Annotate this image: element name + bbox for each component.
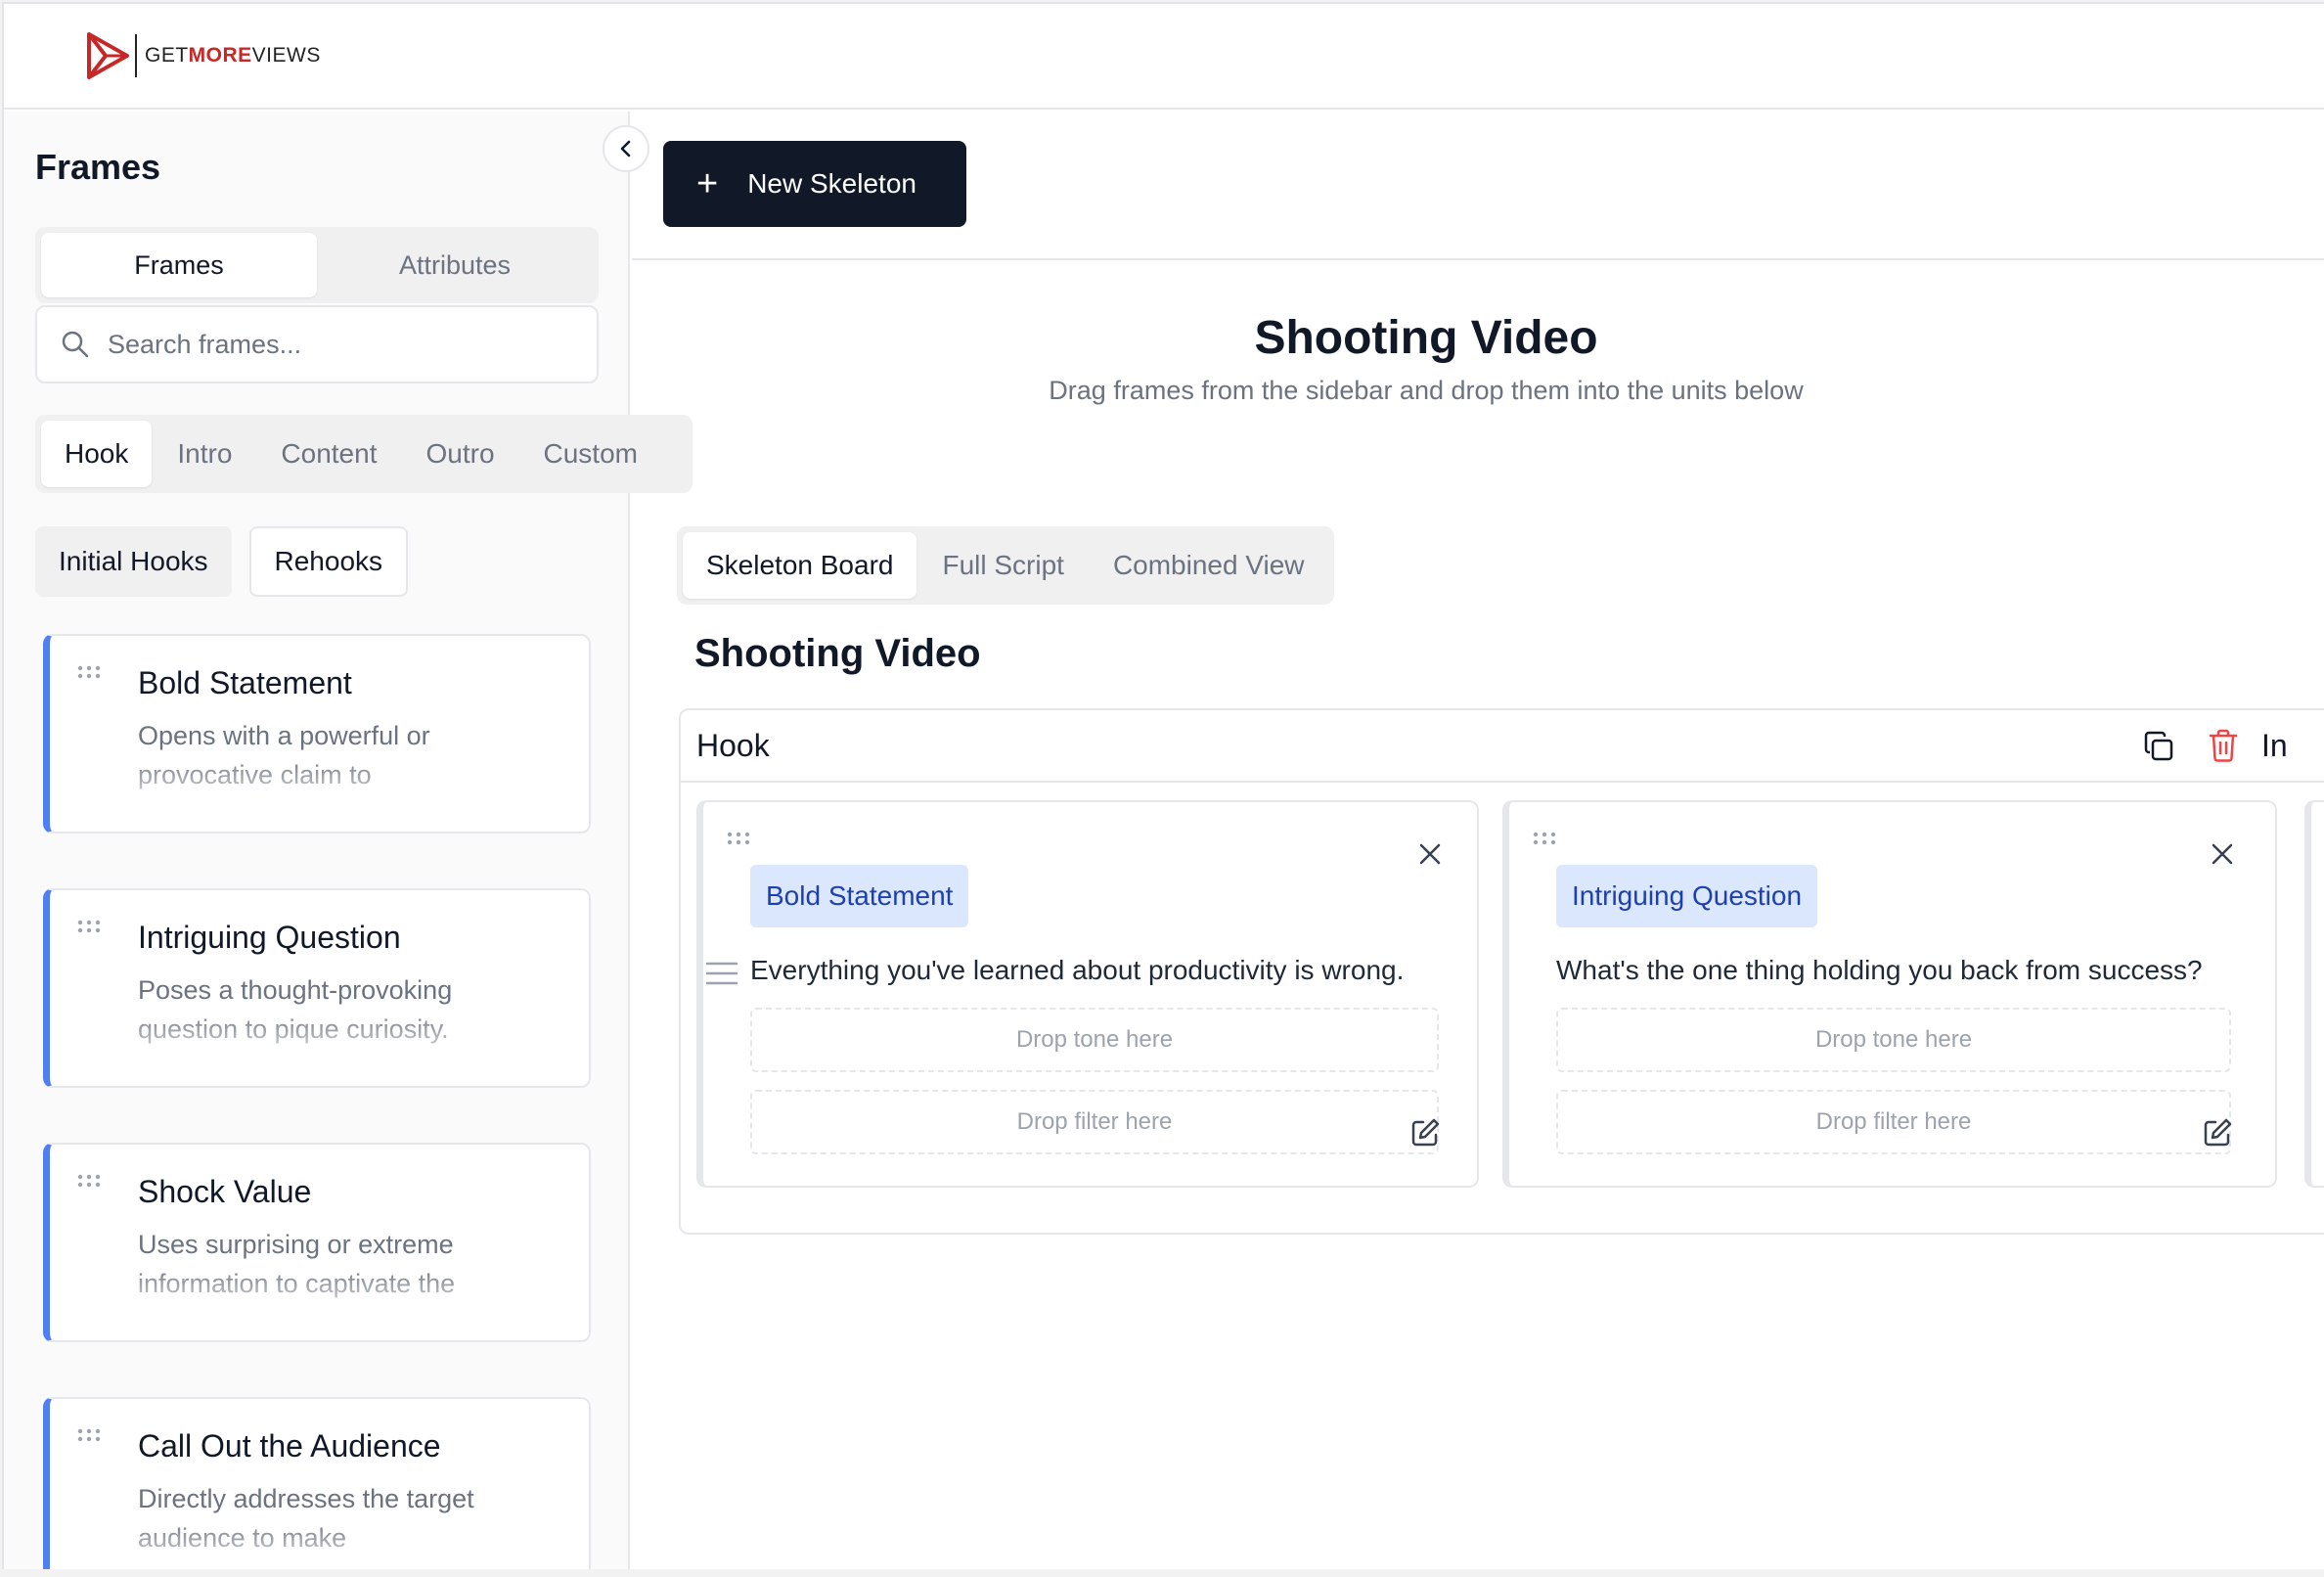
new-skeleton-button[interactable]: + New Skeleton xyxy=(663,141,966,227)
tab-frames[interactable]: Frames xyxy=(41,233,317,297)
tab-rehooks[interactable]: Rehooks xyxy=(248,526,409,597)
search-icon xyxy=(62,331,89,358)
frame-title: Shock Value xyxy=(138,1174,312,1209)
chevron-left-icon xyxy=(620,140,631,158)
tab-custom[interactable]: Custom xyxy=(520,421,661,487)
brand-logo[interactable]: GETMOREVIEWS xyxy=(86,31,321,80)
frame-card-bold-statement[interactable]: Bold Statement Opens with a powerful or … xyxy=(43,634,591,834)
tab-initial-hooks[interactable]: Initial Hooks xyxy=(35,526,232,597)
drag-grip-icon[interactable] xyxy=(77,1428,101,1442)
tone-drop-zone[interactable]: Drop tone here xyxy=(1556,1008,2231,1072)
frames-sidebar: Frames Frames Attributes Hook Intro Cont… xyxy=(4,112,693,1569)
frame-tag: Intriguing Question xyxy=(1556,865,1818,927)
frame-card-intriguing-question[interactable]: Intriguing Question Poses a thought-prov… xyxy=(43,888,591,1088)
tab-intro[interactable]: Intro xyxy=(154,421,255,487)
logo-wordmark: GETMOREVIEWS xyxy=(145,44,321,67)
tab-full-script[interactable]: Full Script xyxy=(918,532,1087,599)
unit-name: Hook xyxy=(696,728,770,763)
frame-description: Poses a thought-provoking question to pi… xyxy=(138,975,453,1044)
hook-subtabs: Initial Hooks Rehooks xyxy=(35,526,409,597)
unit-header: Hook In xyxy=(681,710,2324,783)
frame-description: Uses surprising or extreme information t… xyxy=(138,1230,456,1298)
category-tabs: Hook Intro Content Outro Custom xyxy=(35,415,693,493)
tab-outro[interactable]: Outro xyxy=(402,421,517,487)
edit-icon[interactable] xyxy=(1409,1117,1441,1149)
main-panel: + New Skeleton Shooting Video Drag frame… xyxy=(632,112,2324,1569)
slot-bold-statement[interactable]: Bold Statement Everything you've learned… xyxy=(696,800,1479,1188)
play-logo-icon xyxy=(87,32,129,79)
main-toolbar: + New Skeleton xyxy=(632,112,2324,260)
close-icon[interactable] xyxy=(1417,841,1443,867)
trash-icon[interactable] xyxy=(2207,728,2240,763)
drag-grip-icon[interactable] xyxy=(727,832,750,845)
top-header: GETMOREVIEWS xyxy=(4,4,2324,110)
filter-drop-zone[interactable]: Drop filter here xyxy=(1556,1090,2231,1154)
tab-content[interactable]: Content xyxy=(257,421,400,487)
next-unit-label[interactable]: In xyxy=(2261,728,2288,764)
slot-peek[interactable] xyxy=(2304,800,2324,1188)
script-line[interactable]: Everything you've learned about producti… xyxy=(750,955,1404,986)
tab-attributes[interactable]: Attributes xyxy=(317,233,593,297)
drag-grip-icon[interactable] xyxy=(1533,832,1556,845)
filter-drop-zone[interactable]: Drop filter here xyxy=(750,1090,1439,1154)
search-box xyxy=(35,305,599,383)
slot-intriguing-question[interactable]: Intriguing Question What's the one thing… xyxy=(1502,800,2277,1188)
close-icon[interactable] xyxy=(2210,841,2235,867)
drag-grip-icon[interactable] xyxy=(77,920,101,933)
drag-grip-icon[interactable] xyxy=(77,1174,101,1188)
frame-title: Call Out the Audience xyxy=(138,1428,441,1464)
frame-description: Opens with a powerful or provocative cla… xyxy=(138,721,430,789)
sidebar-title: Frames xyxy=(35,147,161,187)
tab-hook[interactable]: Hook xyxy=(41,421,153,487)
plus-icon: + xyxy=(696,163,719,204)
collapse-sidebar-button[interactable] xyxy=(603,125,649,172)
copy-icon[interactable] xyxy=(2142,730,2175,763)
script-line[interactable]: What's the one thing holding you back fr… xyxy=(1556,955,2203,986)
page-subtitle: Drag frames from the sidebar and drop th… xyxy=(1049,376,1804,405)
frame-card-call-out-audience[interactable]: Call Out the Audience Directly addresses… xyxy=(43,1397,591,1569)
board-title: Shooting Video xyxy=(694,632,981,675)
view-tabs: Skeleton Board Full Script Combined View xyxy=(677,526,1334,605)
frame-description: Directly addresses the target audience t… xyxy=(138,1484,474,1553)
frame-list: Bold Statement Opens with a powerful or … xyxy=(43,634,591,1569)
new-skeleton-label: New Skeleton xyxy=(747,168,916,199)
frame-card-shock-value[interactable]: Shock Value Uses surprising or extreme i… xyxy=(43,1143,591,1342)
unit-hook: Hook In Bold Statement Everything you've… xyxy=(679,708,2324,1235)
page-title: Shooting Video xyxy=(1254,312,1598,364)
tone-drop-zone[interactable]: Drop tone here xyxy=(750,1008,1439,1072)
tab-skeleton-board[interactable]: Skeleton Board xyxy=(683,532,917,599)
edit-icon[interactable] xyxy=(2202,1117,2233,1149)
logo-divider xyxy=(135,34,137,77)
drag-grip-icon[interactable] xyxy=(77,665,101,679)
mode-tabs: Frames Attributes xyxy=(35,227,599,303)
frame-title: Intriguing Question xyxy=(138,920,401,955)
search-input[interactable] xyxy=(108,329,577,360)
drag-handle-icon[interactable] xyxy=(705,959,738,988)
tab-combined-view[interactable]: Combined View xyxy=(1090,532,1328,599)
frame-title: Bold Statement xyxy=(138,665,352,700)
frame-tag: Bold Statement xyxy=(750,865,969,927)
app-window: GETMOREVIEWS Frames Frames Attributes Ho… xyxy=(2,2,2324,1569)
